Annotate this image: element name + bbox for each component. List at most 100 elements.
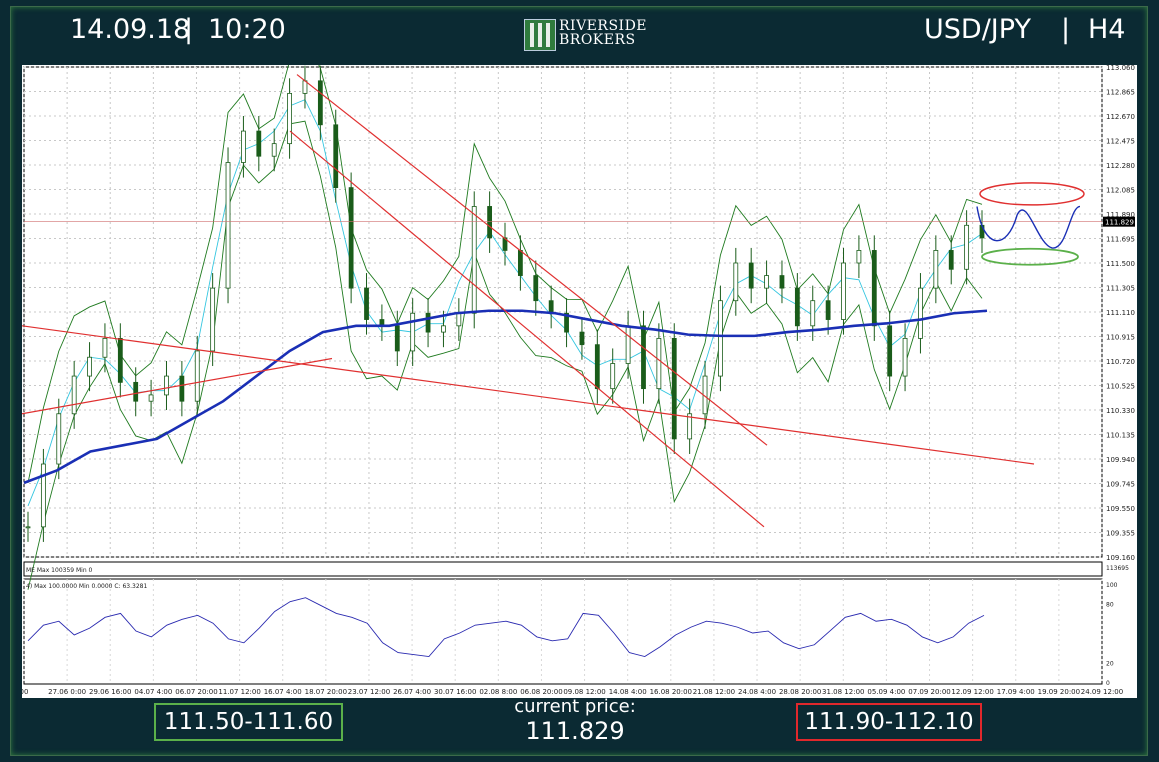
x-tick-label: 14.08 4:00	[609, 688, 647, 696]
header-separator-left: |	[184, 14, 194, 45]
x-tick-label: 31.08 12:00	[822, 688, 864, 696]
x-tick-label: 18.07 20:00	[305, 688, 347, 696]
current-price-block: current price: 111.829	[480, 696, 670, 746]
price-candle	[517, 250, 523, 276]
y-tick-label: 109.355	[1106, 530, 1135, 538]
oscillator-tick-label: 0	[1106, 680, 1110, 687]
trendline-channel-upper	[296, 74, 768, 446]
x-tick-label: 26.07 4:00	[393, 688, 431, 696]
brand-name-line2: BROKERS	[559, 32, 636, 48]
x-tick-label: 12.09 12:00	[951, 688, 993, 696]
price-candle	[225, 162, 231, 289]
x-tick-label: 06.07 20:00	[175, 688, 217, 696]
price-candle	[871, 250, 877, 327]
y-tick-label: 109.160	[1106, 554, 1135, 562]
y-tick-label: 113.060	[1106, 65, 1135, 72]
trendline-rising	[21, 357, 333, 415]
price-candle	[548, 300, 554, 314]
x-tick-label: 19.09 20:00	[1038, 688, 1080, 696]
logo-mark-icon	[524, 19, 556, 51]
brand-logo: RIVERSIDE BROKERS	[524, 19, 647, 51]
price-candle	[779, 275, 785, 289]
price-candle	[671, 337, 677, 440]
x-tick-label: 29.06 16:00	[89, 688, 131, 696]
price-candle	[933, 250, 939, 289]
y-tick-label: 112.280	[1106, 162, 1135, 170]
price-candle	[718, 300, 723, 377]
price-candle	[410, 312, 416, 352]
support-zone-ellipse	[981, 247, 1079, 266]
price-candle	[641, 325, 646, 390]
forecast-path	[976, 205, 1081, 249]
header-separator-right: |	[1061, 14, 1071, 45]
x-tick-label: 28.08 20:00	[779, 688, 821, 696]
x-tick-label: 05.09 4:00	[867, 688, 905, 696]
oscillator-line	[27, 597, 985, 658]
x-tick-label: 02.08 8:00	[479, 688, 517, 696]
price-candle	[441, 325, 446, 333]
price-candle	[748, 262, 754, 289]
price-candle	[902, 337, 908, 377]
brand-name-line1: RIVERSIDE	[559, 18, 648, 34]
price-candle	[302, 80, 308, 94]
fast-ma-line	[27, 99, 983, 507]
y-tick-label: 110.915	[1106, 334, 1135, 342]
support-range-box: 111.50-111.60	[154, 703, 343, 741]
current-price-value: 111.829	[525, 717, 625, 745]
y-tick-label: 109.550	[1106, 505, 1135, 513]
resistance-zone-ellipse	[979, 182, 1085, 206]
bollinger-lower-line	[27, 120, 983, 590]
price-candle	[102, 337, 108, 358]
price-candle	[164, 375, 169, 396]
x-tick-label: 27.06 0:00	[48, 688, 86, 696]
price-candle	[610, 363, 616, 390]
price-candle	[148, 394, 154, 402]
x-tick-label: 11.07 12:00	[218, 688, 260, 696]
y-tick-label: 110.525	[1106, 383, 1135, 391]
price-candle	[425, 312, 431, 333]
price-candle	[825, 300, 831, 320]
price-candle	[856, 250, 862, 264]
oscillator-tick-label: 80	[1106, 602, 1114, 609]
price-candle	[656, 337, 662, 390]
volume-pane-frame	[23, 561, 1103, 577]
y-tick-label: 110.720	[1106, 358, 1135, 366]
oscillator-pane-frame	[23, 578, 1103, 685]
price-candle	[456, 312, 462, 327]
price-candle	[625, 325, 631, 364]
y-tick-label: 111.695	[1106, 236, 1135, 244]
price-candle	[210, 287, 216, 352]
price-candle	[394, 325, 400, 352]
price-candle	[764, 275, 769, 289]
x-tick-label: 16.07 4:00	[264, 688, 302, 696]
current-price-label: current price:	[514, 696, 636, 717]
y-tick-label: 112.670	[1106, 113, 1135, 121]
oscillator-label: 4) Max 100.0000 Min 0.0000 C: 63.3281	[26, 583, 147, 590]
date-label: 14.09.18	[70, 14, 191, 45]
y-tick-label: 110.135	[1106, 432, 1135, 440]
time-label: 10:20	[208, 14, 286, 45]
y-tick-label: 112.085	[1106, 187, 1135, 195]
x-tick-label: 04.07 4:00	[134, 688, 172, 696]
price-candle	[333, 124, 339, 189]
chart-area: 00 27.06 0:0029.06 16:0004.07 4:0006.07 2…	[20, 35, 1137, 698]
x-tick-label: 23.07 12:00	[348, 688, 390, 696]
x-tick-label: 30.07 16:00	[434, 688, 476, 696]
bollinger-upper-line	[27, 35, 983, 483]
y-tick-label: 109.745	[1106, 481, 1135, 489]
price-candle	[25, 526, 31, 529]
y-tick-label: 110.330	[1106, 407, 1135, 415]
price-candle	[194, 350, 200, 402]
price-candle	[133, 381, 139, 402]
resistance-range-box: 111.90-112.10	[796, 703, 982, 741]
oscillator-tick-label: 100	[1106, 582, 1118, 589]
price-candle	[887, 325, 893, 377]
price-candle	[256, 130, 262, 157]
x-tick-label: 16.08 20:00	[650, 688, 692, 696]
price-candle	[71, 375, 77, 415]
price-candle	[964, 224, 970, 270]
x-tick-label: 24.09 12:00	[1081, 688, 1123, 696]
price-candle	[87, 356, 92, 377]
price-candle	[179, 375, 185, 402]
price-candle	[271, 143, 277, 157]
